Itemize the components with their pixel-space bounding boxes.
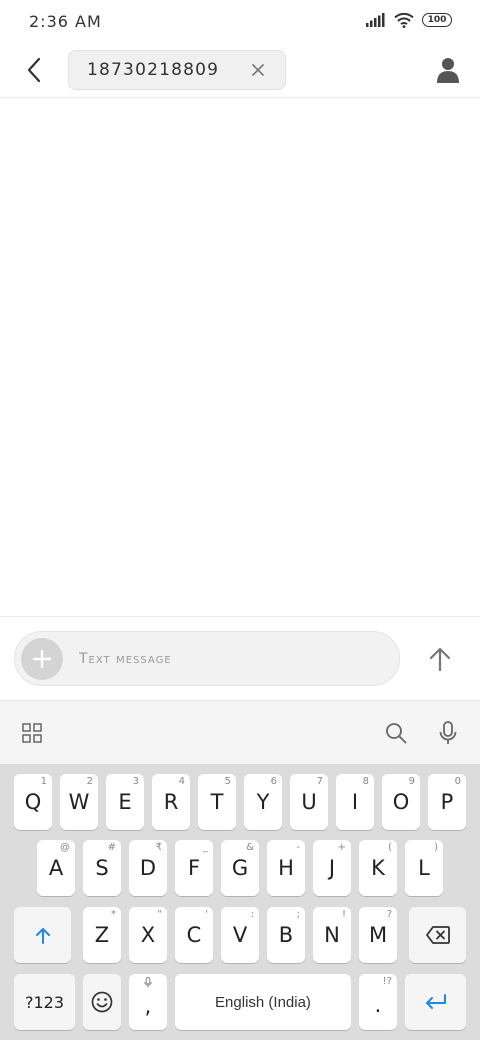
shift-icon bbox=[35, 928, 50, 944]
comma-key[interactable]: , bbox=[129, 974, 167, 1030]
signal-icon bbox=[366, 13, 385, 27]
recipient-chip[interactable]: 18730218809 bbox=[68, 50, 286, 90]
search-icon bbox=[386, 723, 407, 744]
key-f[interactable]: _ F bbox=[175, 840, 213, 896]
battery-level: 100 bbox=[427, 15, 447, 25]
keyboard: 1Q 2W 3E 4R 5T 6Y 7U 8I 9O 0P @ A # S ₹ D _… bbox=[0, 764, 480, 1040]
close-icon bbox=[252, 64, 264, 76]
back-button[interactable] bbox=[18, 52, 50, 88]
keyboard-search-button[interactable] bbox=[382, 719, 410, 747]
key-p[interactable]: 0P bbox=[428, 774, 466, 830]
period-key[interactable]: !? . bbox=[359, 974, 397, 1030]
microphone-icon bbox=[144, 977, 152, 988]
person-icon bbox=[437, 58, 459, 83]
key-o[interactable]: 9O bbox=[382, 774, 420, 830]
key-i[interactable]: 8I bbox=[336, 774, 374, 830]
emoji-icon bbox=[91, 991, 113, 1013]
emoji-key[interactable] bbox=[83, 974, 121, 1030]
backspace-key[interactable] bbox=[409, 907, 466, 963]
status-time: 2:36 AM bbox=[29, 12, 102, 31]
message-list bbox=[0, 98, 480, 616]
key-g[interactable]: & G bbox=[221, 840, 259, 896]
attach-button[interactable] bbox=[21, 638, 63, 680]
chevron-left-icon bbox=[27, 57, 41, 83]
conversation-header: 18730218809 bbox=[0, 44, 480, 98]
send-button[interactable] bbox=[420, 639, 460, 679]
keyboard-toolbar bbox=[0, 700, 480, 764]
key-u[interactable]: 7U bbox=[290, 774, 328, 830]
apps-button[interactable] bbox=[18, 719, 46, 747]
key-e[interactable]: 3E bbox=[106, 774, 144, 830]
recipient-number: 18730218809 bbox=[87, 60, 220, 80]
grid-icon bbox=[22, 723, 42, 743]
compose-bar bbox=[0, 616, 480, 700]
backspace-icon bbox=[425, 926, 450, 944]
microphone-icon bbox=[439, 721, 457, 744]
plus-icon bbox=[33, 650, 51, 668]
key-l[interactable]: ) L bbox=[405, 840, 443, 896]
contact-button[interactable] bbox=[432, 54, 464, 86]
enter-key[interactable] bbox=[405, 974, 466, 1030]
key-d[interactable]: ₹ D bbox=[129, 840, 167, 896]
key-j[interactable]: + J bbox=[313, 840, 351, 896]
key-r[interactable]: 4R bbox=[152, 774, 190, 830]
key-q[interactable]: 1Q bbox=[14, 774, 52, 830]
compose-field bbox=[14, 631, 400, 686]
key-y[interactable]: 6Y bbox=[244, 774, 282, 830]
message-input[interactable] bbox=[79, 646, 379, 672]
key-h[interactable]: -H bbox=[267, 840, 305, 896]
symbols-key[interactable]: ?123 bbox=[14, 974, 75, 1030]
shift-key[interactable] bbox=[14, 907, 71, 963]
status-icons: 100 bbox=[366, 12, 452, 28]
key-k[interactable]: (K bbox=[359, 840, 397, 896]
space-key[interactable]: English (India) bbox=[175, 974, 351, 1030]
key-z[interactable]: * Z bbox=[83, 907, 121, 963]
enter-icon bbox=[425, 994, 446, 1009]
key-x[interactable]: " X bbox=[129, 907, 167, 963]
key-m[interactable]: ? M bbox=[359, 907, 397, 963]
key-t[interactable]: 5T bbox=[198, 774, 236, 830]
status-bar: 2:36 AM 100 bbox=[0, 0, 480, 44]
wifi-icon bbox=[394, 12, 414, 28]
key-v[interactable]: :V bbox=[221, 907, 259, 963]
remove-recipient-button[interactable] bbox=[247, 59, 269, 81]
arrow-up-icon bbox=[429, 647, 451, 671]
key-a[interactable]: @ A bbox=[37, 840, 75, 896]
key-b[interactable]: ; B bbox=[267, 907, 305, 963]
key-n[interactable]: ! N bbox=[313, 907, 351, 963]
battery-indicator: 100 bbox=[422, 13, 452, 27]
key-w[interactable]: 2W bbox=[60, 774, 98, 830]
key-s[interactable]: # S bbox=[83, 840, 121, 896]
voice-input-button[interactable] bbox=[434, 719, 462, 747]
key-c[interactable]: ' C bbox=[175, 907, 213, 963]
